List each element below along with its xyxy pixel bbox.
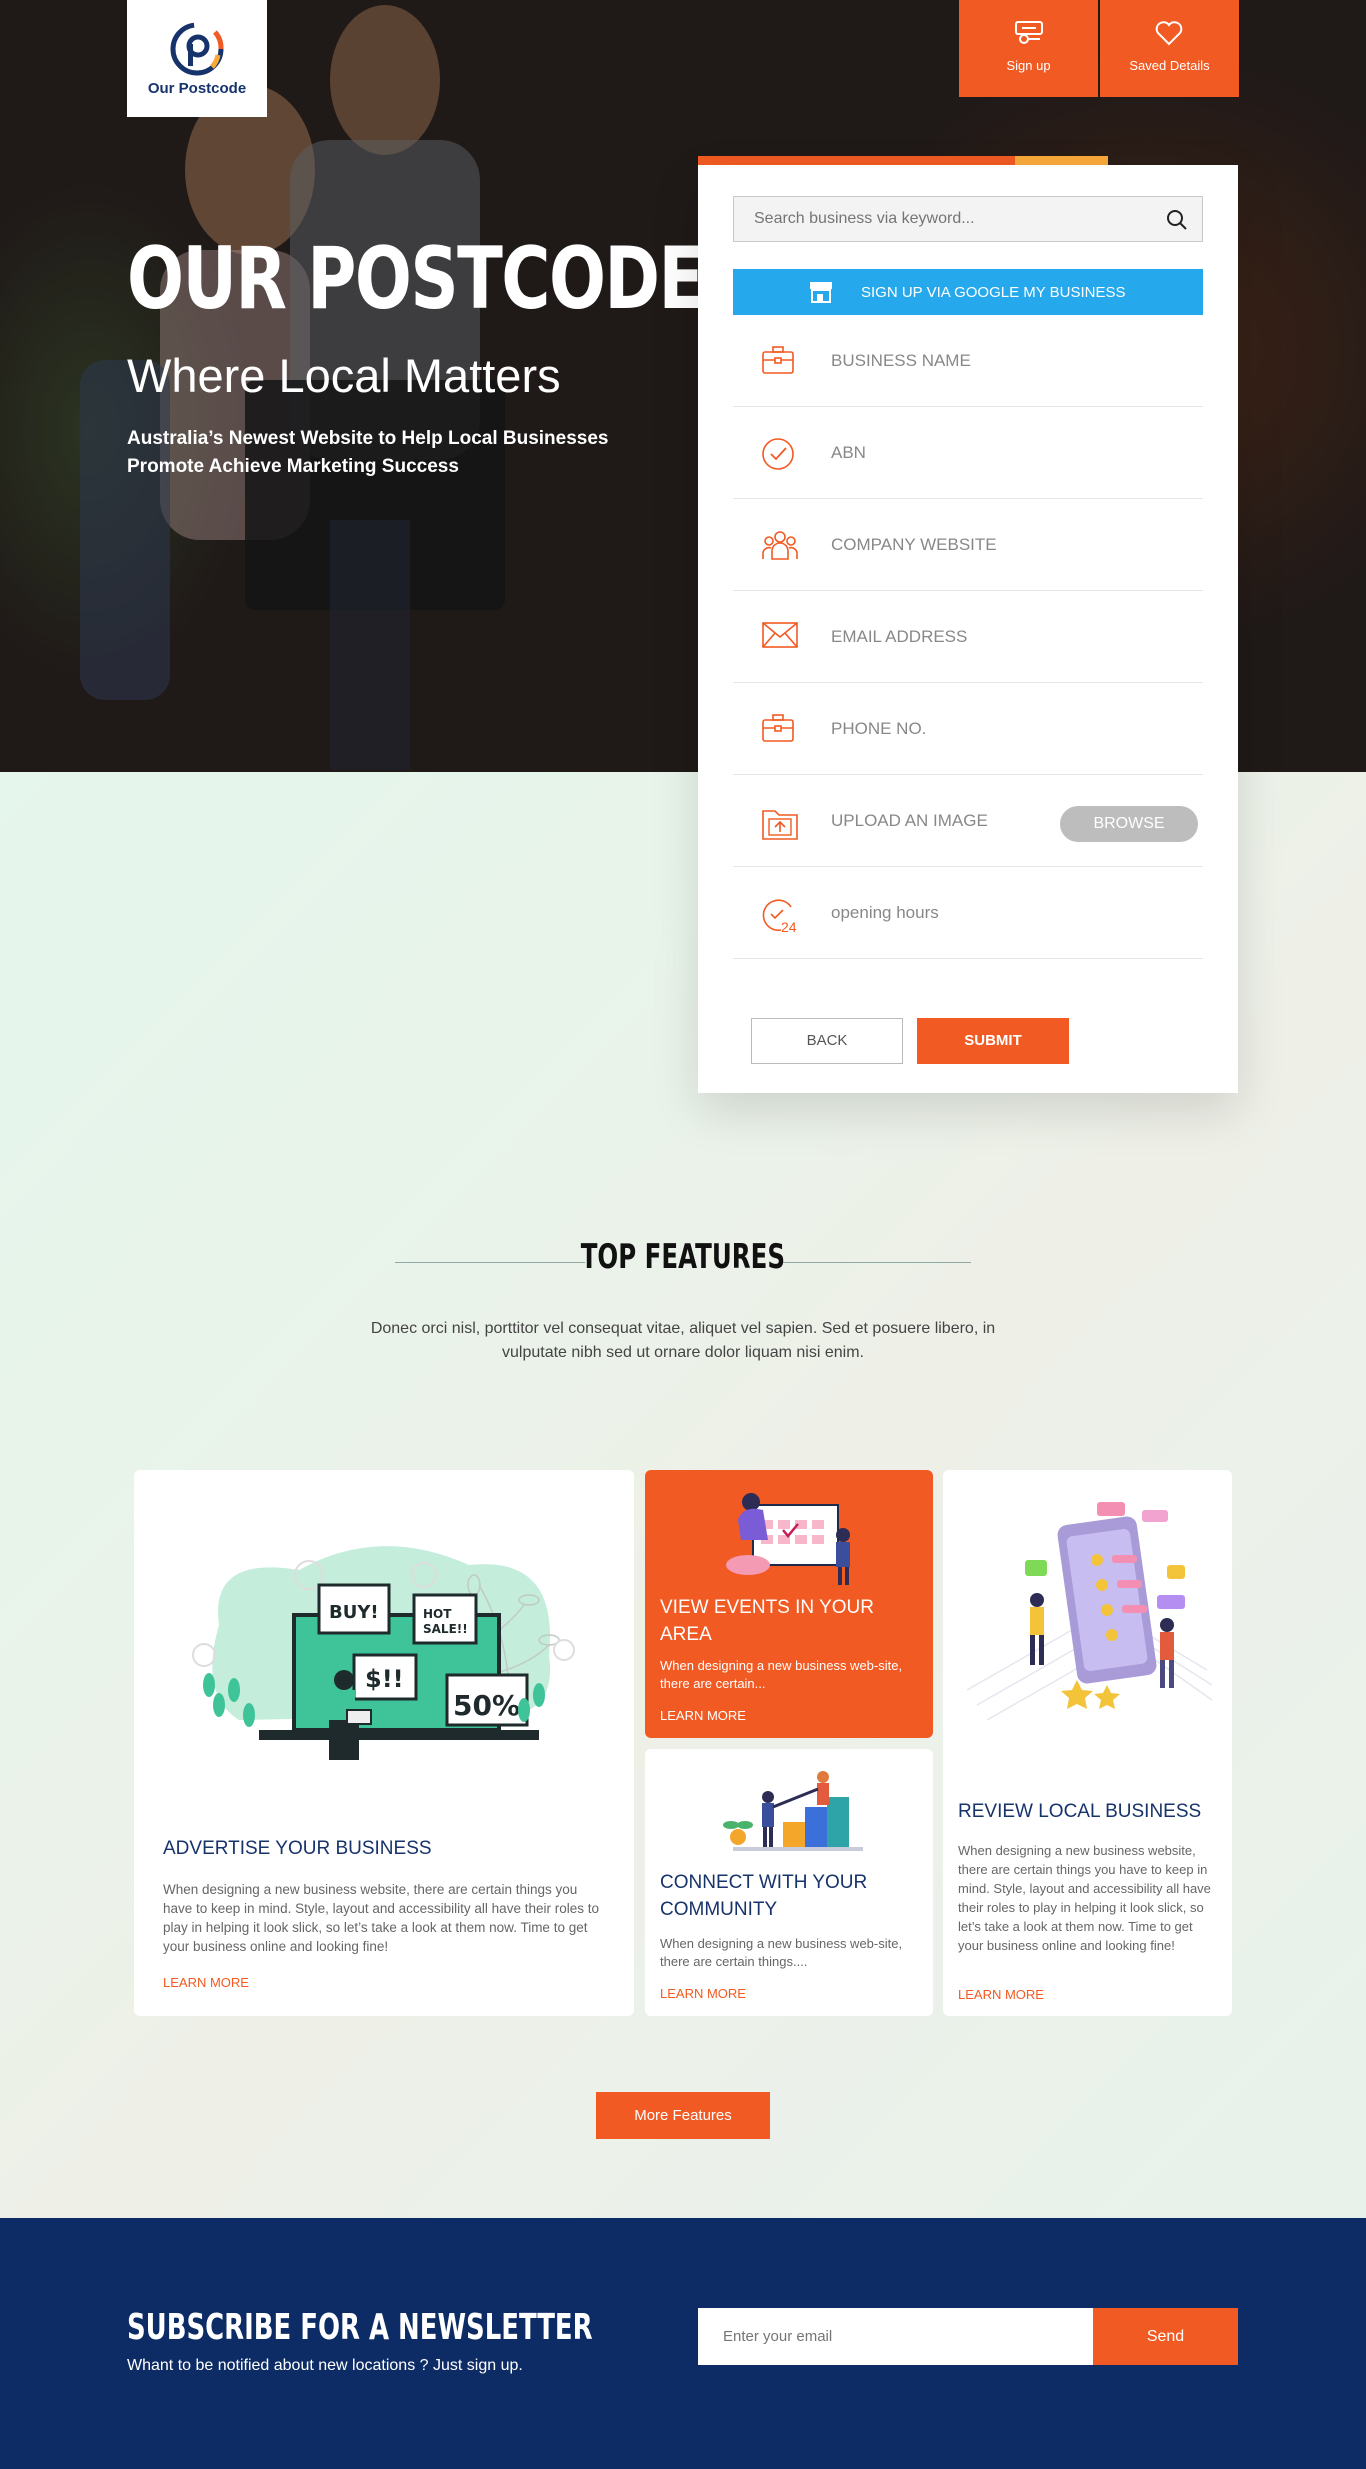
feature-card-review: REVIEW LOCAL BUSINESS When designing a n… — [943, 1470, 1232, 2016]
signup-icon — [1015, 21, 1043, 44]
feature-card-events: VIEW EVENTS IN YOUR AREA When designing … — [645, 1470, 933, 1738]
upload-folder-icon — [762, 810, 798, 840]
business-signup-form: SIGN UP VIA GOOGLE MY BUSINESS BUSINESS … — [698, 165, 1238, 1093]
phone-field[interactable]: PHONE NO. — [733, 683, 1203, 775]
feature-card-advertise: BUY! HOT SALE!! $!! 50% ADVERTISE YOUR B… — [134, 1470, 634, 2016]
check-circle-icon — [762, 438, 794, 470]
phone-label: PHONE NO. — [831, 719, 927, 738]
svg-text:24: 24 — [781, 919, 797, 935]
business-name-field[interactable]: BUSINESS NAME — [733, 315, 1203, 407]
events-card-text: When designing a new business web-site, … — [660, 1658, 903, 1691]
saved-details-nav-button[interactable]: Saved Details — [1100, 0, 1239, 97]
business-name-label: BUSINESS NAME — [831, 351, 971, 370]
submit-button[interactable]: SUBMIT — [917, 1018, 1069, 1064]
review-illustration — [966, 1502, 1213, 1721]
clock-24-icon: 24 — [762, 899, 797, 935]
svg-text:50%: 50% — [453, 1689, 520, 1722]
svg-text:SALE!!: SALE!! — [423, 1622, 468, 1636]
features-title: TOP FEATURES — [0, 1237, 1366, 1277]
email-address-label: EMAIL ADDRESS — [831, 627, 968, 646]
community-card-title: CONNECT WITH YOUR COMMUNITY — [660, 1872, 868, 1920]
review-card-title: REVIEW LOCAL BUSINESS — [958, 1801, 1202, 1822]
briefcase-icon — [762, 714, 794, 742]
advertise-learn-more-link[interactable]: LEARN MORE — [163, 1975, 249, 1990]
newsletter-email-input[interactable] — [698, 2308, 1093, 2365]
hero-description: Australia’s Newest Website to Help Local… — [127, 428, 609, 477]
more-features-button[interactable]: More Features — [596, 2092, 770, 2139]
upload-image-field[interactable]: UPLOAD AN IMAGE BROWSE — [733, 775, 1203, 867]
opening-hours-label: opening hours — [831, 903, 939, 922]
advertise-card-title: ADVERTISE YOUR BUSINESS — [163, 1838, 432, 1859]
events-card-title: VIEW EVENTS IN YOUR AREA — [660, 1597, 874, 1645]
logo-text: Our Postcode — [147, 80, 247, 97]
storefront-icon — [810, 282, 832, 303]
company-website-label: COMPANY WEBSITE — [831, 535, 997, 554]
community-card-text: When designing a new business web-site, … — [660, 1936, 903, 1969]
features-title-text: TOP FEATURES — [580, 1237, 786, 1277]
abn-field[interactable]: ABN — [733, 407, 1203, 499]
browse-button[interactable]: BROWSE — [1060, 806, 1198, 842]
events-learn-more-link[interactable]: LEARN MORE — [660, 1708, 746, 1723]
postcode-logo-icon — [170, 22, 224, 76]
heart-icon — [1155, 21, 1183, 46]
briefcase-icon — [762, 346, 794, 374]
review-card-text: When designing a new business website, t… — [958, 1843, 1211, 1953]
newsletter-send-button[interactable]: Send — [1093, 2308, 1238, 2365]
signup-label: Sign up — [1006, 58, 1051, 73]
newsletter-description: Whant to be notified about new locations… — [127, 2357, 523, 2374]
hero-subtitle: Where Local Matters — [127, 349, 561, 402]
site-logo[interactable]: Our Postcode — [127, 0, 267, 117]
community-learn-more-link[interactable]: LEARN MORE — [660, 1986, 746, 2001]
review-learn-more-link[interactable]: LEARN MORE — [958, 1987, 1044, 2002]
events-illustration — [726, 1493, 850, 1585]
feature-card-community: CONNECT WITH YOUR COMMUNITY When designi… — [645, 1749, 933, 2016]
advertise-illustration: BUY! HOT SALE!! $!! 50% — [192, 1546, 575, 1760]
hero-title: OUR POSTCODE — [127, 229, 704, 329]
saved-details-label: Saved Details — [1129, 58, 1210, 73]
abn-label: ABN — [831, 443, 866, 462]
back-button[interactable]: BACK — [751, 1018, 903, 1064]
upload-image-label: UPLOAD AN IMAGE — [831, 811, 988, 830]
email-address-field[interactable]: EMAIL ADDRESS — [733, 591, 1203, 683]
panel-accent-highlight — [1015, 156, 1108, 165]
google-button-label: SIGN UP VIA GOOGLE MY BUSINESS — [861, 284, 1126, 301]
svg-text:BUY!: BUY! — [329, 1602, 379, 1623]
company-website-field[interactable]: COMPANY WEBSITE — [733, 499, 1203, 591]
search-icon[interactable] — [1166, 209, 1188, 231]
newsletter-title: SUBSCRIBE FOR A NEWSLETTER — [127, 2307, 593, 2348]
signup-nav-button[interactable]: Sign up — [959, 0, 1098, 97]
team-icon — [762, 531, 798, 560]
svg-text:$!!: $!! — [365, 1665, 404, 1693]
svg-text:HOT: HOT — [423, 1607, 452, 1621]
advertise-card-text: When designing a new business website, t… — [163, 1882, 599, 1954]
features-description: Donec orci nisl, porttitor vel consequat… — [370, 1320, 996, 1361]
community-illustration — [723, 1771, 863, 1851]
opening-hours-field[interactable]: 24 opening hours — [733, 867, 1203, 959]
envelope-icon — [762, 622, 798, 648]
google-my-business-button[interactable]: SIGN UP VIA GOOGLE MY BUSINESS — [733, 269, 1203, 315]
search-input[interactable] — [733, 196, 1203, 242]
